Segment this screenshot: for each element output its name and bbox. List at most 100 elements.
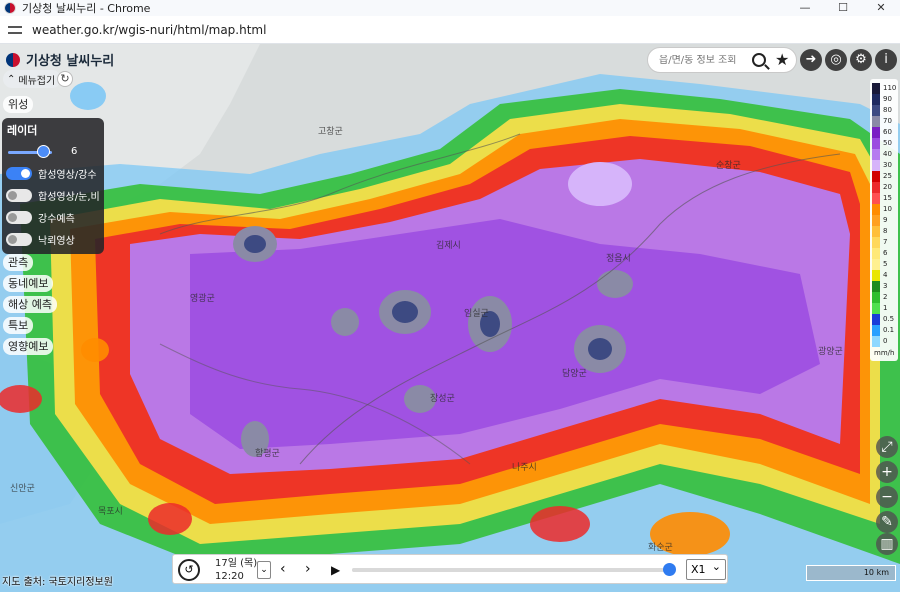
toggle-row-lightning[interactable]: 낙뢰영상 [6, 232, 75, 247]
location-target-icon[interactable]: ◎ [825, 49, 847, 71]
legend-label: 3 [883, 282, 888, 290]
date-text: 17일 (목) [215, 558, 258, 569]
refresh-icon[interactable]: ↻ [57, 71, 73, 87]
precip-forecast-toggle[interactable] [6, 211, 32, 224]
place-label: 담양군 [562, 369, 587, 379]
legend-label: 25 [883, 172, 892, 180]
play-button[interactable]: ▶ [331, 563, 340, 577]
legend-label: 7 [883, 238, 888, 246]
legend-swatch [872, 138, 880, 149]
legend-row: 20 [872, 182, 898, 193]
composite-snow-rain-toggle[interactable] [6, 189, 32, 202]
legend-label: 90 [883, 95, 892, 103]
url-text[interactable]: weather.go.kr/wgis-nuri/html/map.html [32, 23, 266, 37]
time-display: 17일 (목) 12:20 [215, 557, 257, 583]
legend-swatch [872, 149, 880, 160]
legend-swatch [872, 292, 880, 303]
legend-row: 90 [872, 94, 898, 105]
legend-label: 80 [883, 106, 892, 114]
place-label: 영광군 [190, 294, 215, 304]
legend-swatch [872, 116, 880, 127]
previous-frame-button[interactable]: ‹ [280, 561, 286, 577]
minimize-button[interactable]: — [786, 0, 824, 16]
legend-label: 5 [883, 260, 888, 268]
legend-swatch [872, 303, 880, 314]
marine-forecast-menu-button[interactable]: 해상 예측 [3, 296, 57, 313]
legend-swatch [872, 259, 880, 270]
search-icon[interactable] [752, 53, 766, 67]
next-frame-button[interactable]: › [305, 561, 311, 577]
legend-row: 3 [872, 281, 898, 292]
legend-label: 30 [883, 161, 892, 169]
gear-icon[interactable]: ⚙ [850, 49, 872, 71]
search-box[interactable]: ★ [647, 47, 797, 73]
place-label: 정읍시 [606, 254, 631, 264]
weather-map[interactable]: 고창군 순창군 김제시 정읍시 임실군 영광군 장성군 담양군 함평군 화순군 … [0, 44, 900, 592]
info-icon[interactable]: i [875, 49, 897, 71]
legend-row: 0.5 [872, 314, 898, 325]
toggle-row-composite-snow-rain[interactable]: 합성영상/눈,비 [6, 188, 100, 203]
kma-logo[interactable]: 기상청 날씨누리 [6, 50, 114, 69]
composite-precip-toggle[interactable] [6, 167, 32, 180]
legend-swatch [872, 105, 880, 116]
radar-map-canvas[interactable] [0, 44, 900, 592]
legend-swatch [872, 204, 880, 215]
star-icon[interactable]: ★ [775, 50, 789, 69]
place-label: 신안군 [10, 484, 35, 494]
map-source-text: 지도 출처: 국토지리정보원 [2, 577, 113, 588]
opacity-value: 6 [71, 146, 78, 157]
warnings-menu-button[interactable]: 특보 [3, 317, 34, 334]
toggle-row-precip-forecast[interactable]: 강수예측 [6, 210, 75, 225]
impact-forecast-menu-button[interactable]: 영향예보 [3, 338, 54, 355]
legend-label: 8 [883, 227, 888, 235]
toggle-row-composite-precip[interactable]: 합성영상/강수 [6, 166, 97, 181]
precipitation-legend: mm/h 110 90 80 70 60 50 40 30 25 20 15 10 9 8 7 6 5 4 3 2 1 0… [870, 79, 898, 361]
time-dropdown-button[interactable]: ⌄ [257, 561, 271, 579]
legend-swatch [872, 215, 880, 226]
legend-row: 1 [872, 303, 898, 314]
close-button[interactable]: ✕ [862, 0, 900, 16]
lightning-toggle[interactable] [6, 233, 32, 246]
legend-row: 7 [872, 237, 898, 248]
legend-row: 0 [872, 336, 898, 347]
maximize-button[interactable]: ☐ [824, 0, 862, 16]
panel-title: 레이더 [7, 124, 38, 137]
timeline-track[interactable] [352, 568, 670, 572]
legend-swatch [872, 270, 880, 281]
legend-swatch [872, 314, 880, 325]
columns-icon[interactable]: ▥ [876, 533, 898, 555]
window-controls: — ☐ ✕ [786, 0, 900, 16]
share-arrow-icon[interactable]: ➜ [800, 49, 822, 71]
legend-swatch [872, 94, 880, 105]
search-input[interactable] [659, 54, 745, 66]
menu-collapse-button[interactable]: ⌃ 메뉴접기 [3, 70, 62, 88]
legend-unit: mm/h [874, 349, 895, 357]
zoom-out-button[interactable]: − [876, 486, 898, 508]
zoom-in-button[interactable]: + [876, 461, 898, 483]
legend-label: 0.1 [883, 326, 895, 334]
fullscreen-expand-icon[interactable]: ⤢ [876, 436, 898, 458]
legend-label: 0.5 [883, 315, 895, 323]
ruler-icon[interactable]: ✎ [876, 511, 898, 533]
observation-menu-button[interactable]: 관측 [3, 254, 34, 271]
history-icon[interactable]: ↺ [178, 559, 200, 581]
legend-label: 1 [883, 304, 888, 312]
site-settings-icon[interactable] [8, 24, 22, 36]
opacity-slider-thumb[interactable] [37, 145, 50, 158]
legend-row: 6 [872, 248, 898, 259]
toggle-label: 강수예측 [38, 214, 75, 225]
legend-swatch [872, 182, 880, 193]
speed-select[interactable]: X1 [686, 557, 726, 580]
satellite-menu-button[interactable]: 위성 [3, 96, 34, 113]
legend-swatch [872, 281, 880, 292]
timeline-thumb[interactable] [663, 563, 676, 576]
address-bar[interactable]: weather.go.kr/wgis-nuri/html/map.html [0, 16, 900, 44]
place-label: 고창군 [318, 127, 343, 137]
radar-layer-panel: 레이더 6 합성영상/강수 합성영상/눈,비 강수예측 낙뢰영상 [2, 118, 104, 254]
local-forecast-menu-button[interactable]: 동네예보 [3, 275, 54, 292]
legend-row: 110 [872, 83, 898, 94]
legend-label: 40 [883, 150, 892, 158]
legend-swatch [872, 127, 880, 138]
place-label: 나주시 [512, 463, 537, 473]
scale-bar: 10 km [806, 565, 896, 581]
